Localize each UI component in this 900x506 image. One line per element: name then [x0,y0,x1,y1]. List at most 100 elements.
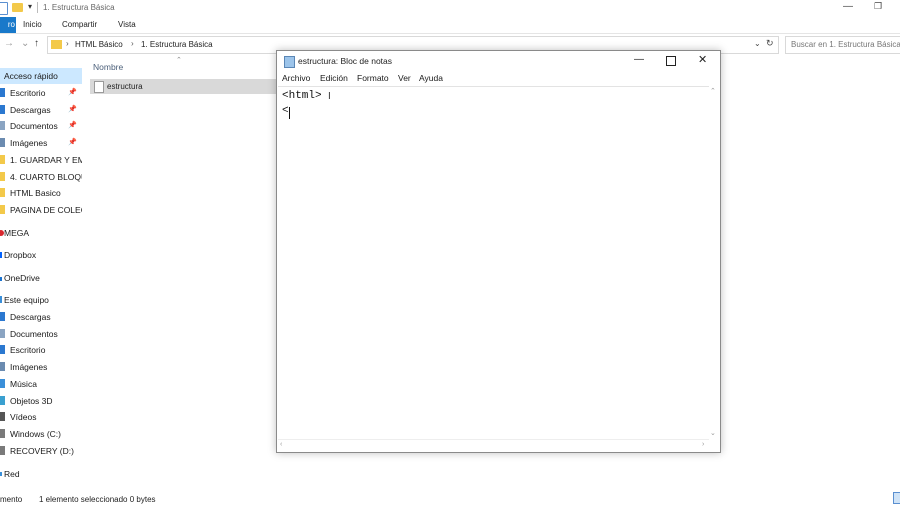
vertical-scrollbar[interactable]: ⌃ ⌄ [709,86,719,442]
sidebar-item[interactable]: Documentos [0,326,82,342]
sidebar-item-mega[interactable]: MEGA [0,225,82,241]
properties-icon[interactable] [0,2,8,15]
desktop-icon [0,88,5,97]
pin-icon[interactable]: 📌 [68,121,77,129]
ribbon-tabs: ro Inicio Compartir Vista [0,17,900,34]
sidebar-item[interactable]: Escritorio 📌 [0,85,82,101]
file-row[interactable]: estructura [90,79,280,94]
sidebar-item[interactable]: Documentos 📌 [0,118,82,134]
sidebar-item-label: Documentos [10,328,58,339]
breadcrumb-html-basico[interactable]: HTML Básico [75,40,123,49]
column-header-name[interactable]: Nombre [93,62,123,72]
tab-home[interactable]: Inicio [23,20,42,29]
status-item-count: mento [0,495,23,504]
scroll-left-icon[interactable]: ‹ [280,441,282,448]
sidebar-item[interactable]: Windows (C:) [0,426,82,442]
scroll-down-icon[interactable]: ⌄ [710,429,716,437]
sidebar-item[interactable]: Escritorio [0,342,82,358]
minimize-icon[interactable]: — [634,54,644,65]
drive-icon [0,428,5,438]
menu-archivo[interactable]: Archivo [282,73,310,83]
objects-3d-icon [0,395,5,405]
sidebar-item-label: Documentos [10,121,58,132]
pin-icon[interactable]: 📌 [68,138,77,146]
sidebar-item-label: OneDrive [4,273,40,283]
menu-formato[interactable]: Formato [357,73,389,83]
navigation-pane: Acceso rápido Escritorio 📌 Descargas 📌 Docum… [0,60,82,490]
sidebar-item[interactable]: Vídeos [0,409,82,425]
sidebar-item-label: Windows (C:) [10,428,62,439]
sidebar-item[interactable]: Música [0,376,82,392]
breadcrumb-estructura-basica[interactable]: 1. Estructura Básica [141,40,213,49]
restore-icon[interactable]: ❐ [874,1,882,12]
sidebar-item[interactable]: PAGINA DE COLEG [0,202,82,218]
sidebar-item-label: Descargas [10,104,51,115]
sidebar-item-label: HTML Basico [10,188,61,199]
scroll-right-icon[interactable]: › [702,441,704,448]
sidebar-item-this-pc[interactable]: Este equipo [0,292,82,308]
menu-edicion[interactable]: Edición [320,73,348,83]
pin-icon[interactable]: 📌 [68,105,77,113]
sidebar-item-quick-access[interactable]: Acceso rápido [0,68,82,84]
search-input[interactable]: Buscar en 1. Estructura Básica [785,36,900,54]
close-icon[interactable]: ✕ [698,53,707,66]
sidebar-item-label: Dropbox [4,250,37,260]
notepad-title: estructura: Bloc de notas [298,56,393,66]
folder-icon [0,188,5,198]
sidebar-item[interactable]: Imágenes 📌 [0,135,82,151]
recent-locations-chevron-icon[interactable]: ⌄ [21,38,29,49]
sidebar-item-label: PAGINA DE COLEG [10,204,82,215]
breadcrumb-chevron-icon[interactable]: › [131,39,134,48]
sidebar-item[interactable]: Descargas [0,309,82,325]
sidebar-item-label: 1. GUARDAR Y EM [10,154,82,165]
sidebar-item[interactable]: RECOVERY (D:) [0,443,82,459]
sidebar-item-label: Red [4,469,20,479]
sidebar-item[interactable]: 1. GUARDAR Y EM [0,152,82,168]
scroll-up-icon[interactable]: ⌃ [710,87,716,95]
pictures-icon [0,362,5,372]
tab-file[interactable]: ro [0,17,16,33]
title-separator [37,2,38,13]
sidebar-item-network[interactable]: Red [0,466,82,482]
sidebar-item[interactable]: Descargas 📌 [0,102,82,118]
pin-icon[interactable]: 📌 [68,88,77,96]
menu-ver[interactable]: Ver [398,73,411,83]
sidebar-item-onedrive[interactable]: OneDrive [0,270,82,286]
tab-share[interactable]: Compartir [62,20,97,29]
notepad-window: estructura: Bloc de notas — ✕ Archivo Ed… [276,50,721,453]
sidebar-item-label: Escritorio [10,88,46,98]
desktop-icon [0,345,5,355]
status-selection: 1 elemento seleccionado 0 bytes [39,495,156,504]
back-arrow-icon[interactable]: → [4,38,14,49]
sidebar-item[interactable]: Imágenes [0,359,82,375]
videos-icon [0,412,5,422]
documents-icon [0,328,5,338]
sidebar-item-label: Música [10,378,37,389]
folder-icon [51,40,62,49]
address-history-chevron-icon[interactable]: ⌄ [754,39,761,48]
sidebar-item-label: Acceso rápido [4,71,58,81]
folder-icon [0,154,5,164]
customize-quick-access-chevron-icon[interactable]: ▾ [28,2,32,11]
sidebar-item[interactable]: 4. CUARTO BLOQU [0,169,82,185]
maximize-icon[interactable] [666,56,676,66]
text-caret [289,107,290,119]
horizontal-scrollbar[interactable]: ‹ › [278,439,709,450]
sidebar-item[interactable]: HTML Basico [0,185,82,201]
notepad-title-bar[interactable]: estructura: Bloc de notas — ✕ [277,51,720,71]
menu-ayuda[interactable]: Ayuda [419,73,443,83]
notepad-icon [284,56,295,68]
sidebar-item-dropbox[interactable]: Dropbox [0,247,82,263]
tab-view[interactable]: Vista [118,20,136,29]
up-arrow-icon[interactable]: ↑ [34,38,39,49]
minimize-icon[interactable]: — [843,1,853,12]
new-folder-icon[interactable] [12,3,23,12]
refresh-icon[interactable]: ↻ [766,38,774,49]
breadcrumb-chevron-icon[interactable]: › [66,39,69,48]
dropbox-icon [0,252,2,258]
sidebar-item-label: Este equipo [4,295,49,305]
notepad-text-area[interactable]: <html> < I [278,86,711,445]
status-bar: mento 1 elemento seleccionado 0 bytes [0,492,900,506]
details-view-icon[interactable] [893,492,900,504]
sidebar-item[interactable]: Objetos 3D [0,393,82,409]
